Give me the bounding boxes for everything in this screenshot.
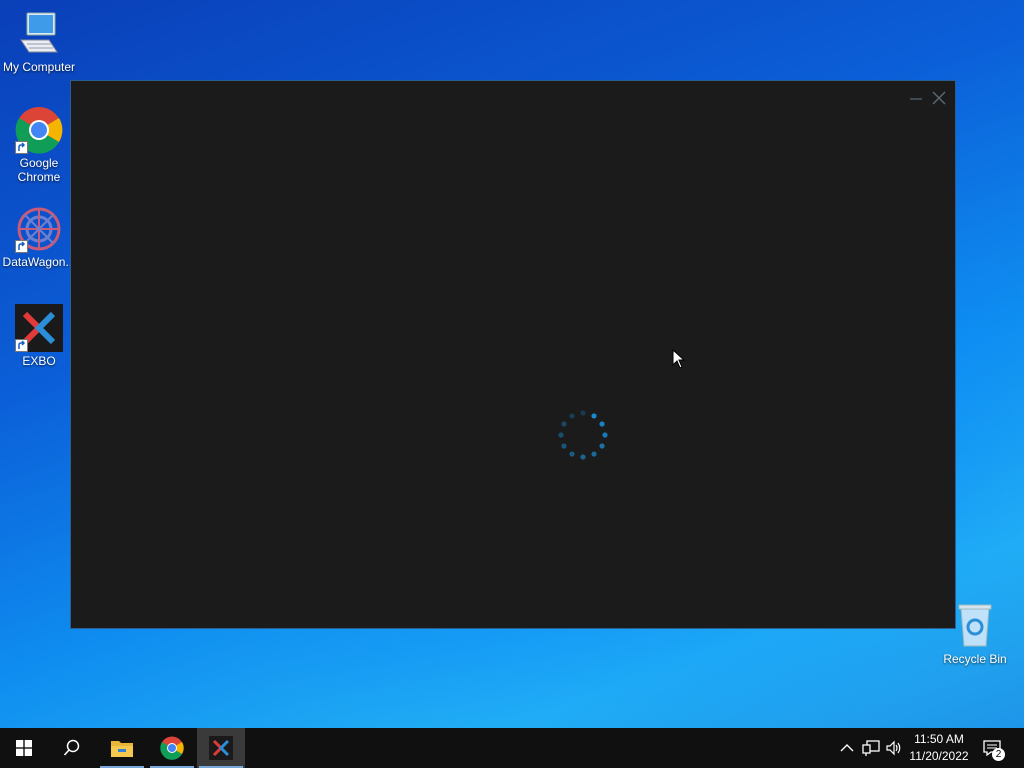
datawagon-icon xyxy=(15,205,63,253)
spinner-dot xyxy=(602,432,608,438)
clock-time: 11:50 AM xyxy=(914,732,964,746)
desktop-icon-label: Google Chrome xyxy=(17,156,61,184)
taskbar: 11:50 AM 11/20/2022 2 xyxy=(0,728,1024,768)
taskbar-exbo[interactable] xyxy=(197,728,245,768)
desktop-icon-google-chrome[interactable]: Google Chrome xyxy=(1,106,77,184)
taskbar-clock[interactable]: 11:50 AM 11/20/2022 xyxy=(906,731,972,765)
loading-spinner xyxy=(558,410,608,460)
start-button[interactable] xyxy=(0,728,48,768)
mouse-cursor-icon xyxy=(672,349,686,369)
desktop-icon-exbo[interactable]: EXBO xyxy=(1,304,77,368)
recycle-bin-icon xyxy=(951,602,999,650)
shortcut-arrow-icon xyxy=(15,339,28,352)
spinner-dot xyxy=(561,443,567,449)
desktop-icon-datawagon[interactable]: DataWagon... xyxy=(1,205,77,269)
taskbar-chrome[interactable] xyxy=(148,728,196,768)
show-hidden-icons-chevron-icon[interactable] xyxy=(838,739,856,757)
windows-start-icon xyxy=(16,740,32,756)
exbo-icon xyxy=(15,304,63,352)
shortcut-arrow-icon xyxy=(15,240,28,253)
shortcut-arrow-icon xyxy=(15,141,28,154)
chrome-icon xyxy=(15,106,63,154)
desktop-icon-label: My Computer xyxy=(2,60,76,74)
computer-icon xyxy=(15,10,63,58)
volume-icon[interactable] xyxy=(885,739,903,757)
desktop-icon-label: EXBO xyxy=(22,354,56,368)
network-icon[interactable] xyxy=(862,739,880,757)
close-icon xyxy=(932,91,946,105)
taskbar-file-explorer[interactable] xyxy=(98,728,146,768)
spinner-dot xyxy=(599,443,605,449)
search-icon xyxy=(63,739,80,756)
spinner-dot xyxy=(561,421,567,427)
spinner-dot xyxy=(558,432,564,438)
spinner-dot xyxy=(591,451,597,457)
spinner-dot xyxy=(580,410,586,416)
minimize-button[interactable] xyxy=(907,89,925,107)
notification-count-badge: 2 xyxy=(992,748,1005,761)
minimize-icon xyxy=(910,98,922,100)
close-button[interactable] xyxy=(930,89,948,107)
search-button[interactable] xyxy=(48,728,96,768)
clock-date: 11/20/2022 xyxy=(909,749,969,763)
spinner-dot xyxy=(569,451,575,457)
desktop-icon-my-computer[interactable]: My Computer xyxy=(1,10,77,74)
file-explorer-icon xyxy=(111,741,133,757)
spinner-dot xyxy=(580,454,586,460)
spinner-dot xyxy=(599,421,605,427)
spinner-dot xyxy=(569,413,575,419)
chrome-icon xyxy=(160,736,184,760)
app-window[interactable] xyxy=(70,80,956,629)
desktop-icon-label: Recycle Bin xyxy=(943,652,1007,666)
spinner-dot xyxy=(591,413,597,419)
exbo-icon xyxy=(209,736,233,760)
desktop-icon-label: DataWagon... xyxy=(2,255,76,269)
